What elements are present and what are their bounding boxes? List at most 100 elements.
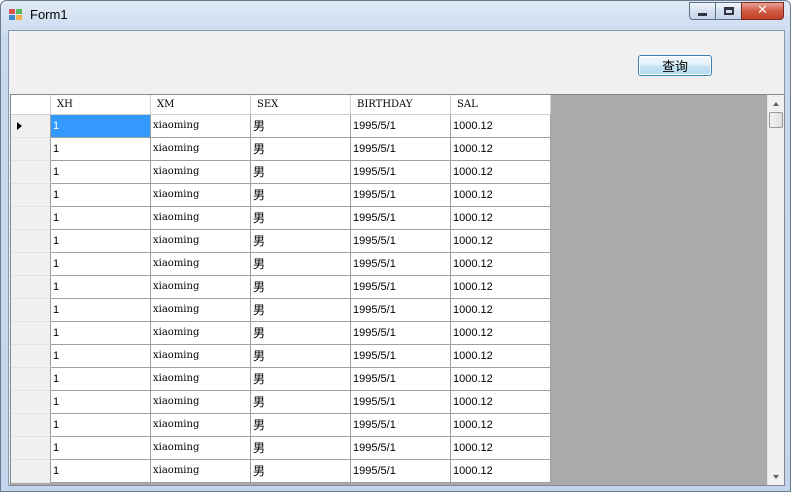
cell-sal[interactable]: 1000.12 [451,368,551,391]
cell-xm[interactable]: xiaoming [151,161,251,184]
row-header[interactable] [11,253,51,276]
cell-sex[interactable]: 男 [251,414,351,437]
row-header[interactable] [11,345,51,368]
row-header[interactable] [11,368,51,391]
row-header[interactable] [11,138,51,161]
cell-xm[interactable]: xiaoming [151,138,251,161]
table-row[interactable]: 1 xiaoming 男 1995/5/1 1000.12 [11,161,551,184]
row-header[interactable] [11,115,51,138]
table-row[interactable]: 1 xiaoming 男 1995/5/1 1000.12 [11,322,551,345]
cell-birthday[interactable]: 1995/5/1 [351,253,451,276]
title-bar[interactable]: Form1 ✕ [1,1,790,29]
cell-xh[interactable]: 1 [51,138,151,161]
row-header[interactable] [11,414,51,437]
cell-xh[interactable]: 1 [51,253,151,276]
row-header[interactable] [11,322,51,345]
cell-xm[interactable]: xiaoming [151,460,251,483]
cell-xh[interactable]: 1 [51,230,151,253]
table-row[interactable]: 1 xiaoming 男 1995/5/1 1000.12 [11,253,551,276]
data-grid-view[interactable]: XH XM SEX BIRTHDAY SAL 1 xiaoming 男 1995/5/… [10,94,785,486]
cell-birthday[interactable]: 1995/5/1 [351,299,451,322]
row-header[interactable] [11,460,51,483]
cell-sex[interactable]: 男 [251,184,351,207]
cell-sal[interactable]: 1000.12 [451,207,551,230]
column-header-birthday[interactable]: BIRTHDAY [351,95,451,115]
cell-birthday[interactable]: 1995/5/1 [351,322,451,345]
table-row[interactable]: 1 xiaoming 男 1995/5/1 1000.12 [11,184,551,207]
cell-birthday[interactable]: 1995/5/1 [351,391,451,414]
scroll-down-button[interactable] [768,468,784,485]
cell-sex[interactable]: 男 [251,253,351,276]
cell-birthday[interactable]: 1995/5/1 [351,230,451,253]
table-row[interactable]: 1 xiaoming 男 1995/5/1 1000.12 [11,230,551,253]
cell-birthday[interactable]: 1995/5/1 [351,437,451,460]
close-button[interactable]: ✕ [741,2,784,20]
cell-sal[interactable]: 1000.12 [451,391,551,414]
cell-sex[interactable]: 男 [251,391,351,414]
cell-xm[interactable]: xiaoming [151,276,251,299]
column-header-sal[interactable]: SAL [451,95,551,115]
cell-sex[interactable]: 男 [251,460,351,483]
cell-xh[interactable]: 1 [51,184,151,207]
cell-xh[interactable]: 1 [51,460,151,483]
cell-sex[interactable]: 男 [251,230,351,253]
cell-birthday[interactable]: 1995/5/1 [351,207,451,230]
cell-xh[interactable]: 1 [51,276,151,299]
cell-birthday[interactable]: 1995/5/1 [351,138,451,161]
cell-xm[interactable]: xiaoming [151,115,251,138]
table-row[interactable]: 1 xiaoming 男 1995/5/1 1000.12 [11,368,551,391]
grid-corner-header[interactable] [11,95,51,115]
cell-xh[interactable]: 1 [51,414,151,437]
scroll-up-button[interactable] [768,95,784,112]
cell-sex[interactable]: 男 [251,207,351,230]
cell-sal[interactable]: 1000.12 [451,138,551,161]
table-row[interactable]: 1 xiaoming 男 1995/5/1 1000.12 [11,138,551,161]
cell-sal[interactable]: 1000.12 [451,322,551,345]
cell-xm[interactable]: xiaoming [151,368,251,391]
cell-xh[interactable]: 1 [51,207,151,230]
cell-birthday[interactable]: 1995/5/1 [351,115,451,138]
cell-sex[interactable]: 男 [251,368,351,391]
cell-xh[interactable]: 1 [51,161,151,184]
minimize-button[interactable] [689,2,715,20]
cell-sal[interactable]: 1000.12 [451,253,551,276]
cell-sex[interactable]: 男 [251,276,351,299]
cell-xm[interactable]: xiaoming [151,322,251,345]
cell-xh[interactable]: 1 [51,368,151,391]
cell-sal[interactable]: 1000.12 [451,414,551,437]
cell-sal[interactable]: 1000.12 [451,437,551,460]
table-row[interactable]: 1 xiaoming 男 1995/5/1 1000.12 [11,115,551,138]
cell-birthday[interactable]: 1995/5/1 [351,368,451,391]
column-header-sex[interactable]: SEX [251,95,351,115]
cell-xh[interactable]: 1 [51,115,151,138]
row-header[interactable] [11,391,51,414]
cell-sex[interactable]: 男 [251,138,351,161]
row-header[interactable] [11,299,51,322]
cell-sal[interactable]: 1000.12 [451,161,551,184]
table-row[interactable]: 1 xiaoming 男 1995/5/1 1000.12 [11,276,551,299]
query-button[interactable]: 查询 [638,55,712,76]
cell-birthday[interactable]: 1995/5/1 [351,184,451,207]
column-header-xh[interactable]: XH [51,95,151,115]
cell-birthday[interactable]: 1995/5/1 [351,345,451,368]
cell-xm[interactable]: xiaoming [151,345,251,368]
maximize-button[interactable] [715,2,741,20]
cell-xm[interactable]: xiaoming [151,299,251,322]
row-header[interactable] [11,161,51,184]
cell-sal[interactable]: 1000.12 [451,299,551,322]
cell-xm[interactable]: xiaoming [151,207,251,230]
cell-xh[interactable]: 1 [51,299,151,322]
cell-sex[interactable]: 男 [251,299,351,322]
cell-birthday[interactable]: 1995/5/1 [351,276,451,299]
row-header[interactable] [11,437,51,460]
cell-sal[interactable]: 1000.12 [451,230,551,253]
table-row[interactable]: 1 xiaoming 男 1995/5/1 1000.12 [11,345,551,368]
cell-birthday[interactable]: 1995/5/1 [351,414,451,437]
cell-sex[interactable]: 男 [251,345,351,368]
cell-sal[interactable]: 1000.12 [451,345,551,368]
app-icon[interactable] [9,9,23,21]
cell-xm[interactable]: xiaoming [151,414,251,437]
cell-sal[interactable]: 1000.12 [451,276,551,299]
cell-sal[interactable]: 1000.12 [451,460,551,483]
vertical-scrollbar[interactable] [767,95,784,485]
